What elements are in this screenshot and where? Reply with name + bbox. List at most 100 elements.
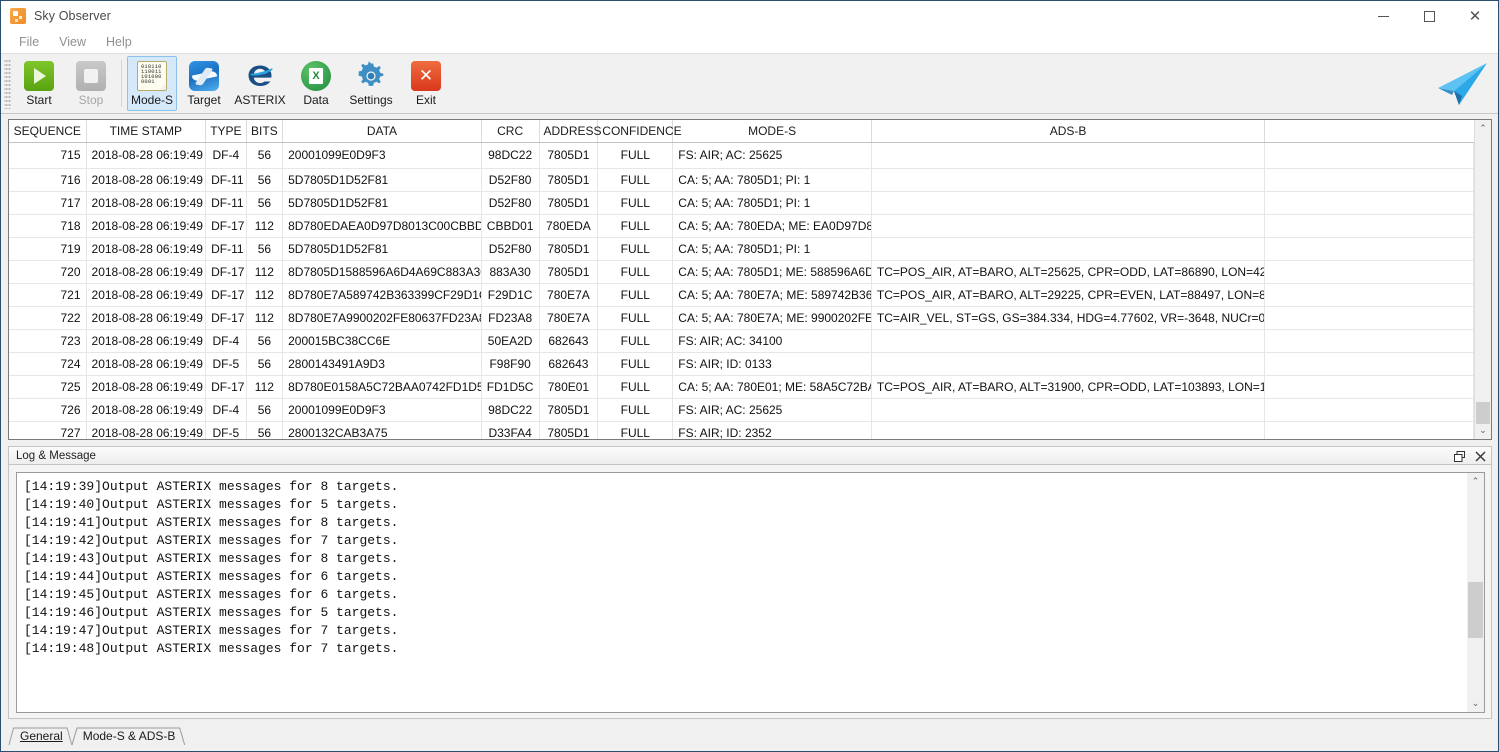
cell-adsb xyxy=(871,329,1266,353)
toolbar-drag-handle[interactable] xyxy=(4,58,11,109)
cell-adsb xyxy=(871,352,1266,376)
maximize-button[interactable] xyxy=(1406,1,1452,31)
col-header-mode-s[interactable]: MODE-S xyxy=(672,120,872,143)
menu-item-view[interactable]: View xyxy=(49,33,96,51)
cell-filler xyxy=(1264,283,1474,307)
cell-address: 780E7A xyxy=(539,306,599,330)
table-row[interactable]: 717 2018-08-28 06:19:49 DF-11 56 5D7805D1D52… xyxy=(9,191,1474,215)
cell-type: DF-17 xyxy=(205,260,247,284)
table-row[interactable]: 716 2018-08-28 06:19:49 DF-11 56 5D7805D1D52… xyxy=(9,168,1474,192)
cell-time-stamp: 2018-08-28 06:19:49 xyxy=(86,398,207,422)
col-header-crc[interactable]: CRC xyxy=(481,120,540,143)
tab-modes-adsb[interactable]: Mode-S & ADS-B xyxy=(71,727,186,746)
cell-address: 780E01 xyxy=(539,375,599,399)
cell-adsb xyxy=(871,237,1266,261)
window-controls: ✕ xyxy=(1360,1,1498,31)
col-header-adsb[interactable]: ADS-B xyxy=(871,120,1266,143)
log-scroll-thumb[interactable] xyxy=(1468,582,1483,638)
cell-type: DF-4 xyxy=(205,142,247,169)
cell-data: 8D780E7A589742B363399CF29D1C xyxy=(282,283,482,307)
col-header-bits[interactable]: BITS xyxy=(246,120,284,143)
binary-document-icon: 010110 110011 101000 0001 xyxy=(137,60,167,91)
spreadsheet-icon: X xyxy=(301,60,331,91)
log-float-button[interactable] xyxy=(1453,450,1466,463)
settings-button-label: Settings xyxy=(349,92,393,107)
table-row[interactable]: 720 2018-08-28 06:19:49 DF-17 112 8D7805D158… xyxy=(9,260,1474,284)
cell-crc: D52F80 xyxy=(481,191,540,215)
col-header-address[interactable]: ADDRESS xyxy=(539,120,602,143)
cell-data: 200015BC38CC6E xyxy=(282,329,482,353)
log-close-button[interactable] xyxy=(1474,450,1487,463)
menu-item-help[interactable]: Help xyxy=(96,33,142,51)
log-scroll-down-button[interactable]: ⌄ xyxy=(1467,695,1484,712)
target-button[interactable]: Target xyxy=(179,56,229,111)
mode-s-button[interactable]: 010110 110011 101000 0001 Mode-S xyxy=(127,56,177,111)
close-x-icon xyxy=(411,60,441,91)
play-icon xyxy=(24,60,54,91)
cell-sequence: 722 xyxy=(9,306,87,330)
cell-crc: D52F80 xyxy=(481,168,540,192)
log-scroll-track[interactable] xyxy=(1467,490,1484,695)
log-line: [14:19:43]Output ASTERIX messages for 8 … xyxy=(24,551,399,566)
table-row[interactable]: 715 2018-08-28 06:19:49 DF-4 56 20001099E0D9… xyxy=(9,142,1474,169)
table-row[interactable]: 724 2018-08-28 06:19:49 DF-5 56 2800143491A9… xyxy=(9,352,1474,376)
cell-address: 780EDA xyxy=(539,214,599,238)
cell-type: DF-17 xyxy=(205,375,247,399)
log-vertical-scrollbar[interactable]: ⌃ ⌄ xyxy=(1467,473,1484,712)
settings-button[interactable]: Settings xyxy=(343,56,399,111)
table-row[interactable]: 723 2018-08-28 06:19:49 DF-4 56 200015BC38CC… xyxy=(9,329,1474,353)
table-row[interactable]: 718 2018-08-28 06:19:49 DF-17 112 8D780EDAEA… xyxy=(9,214,1474,238)
table-scroll-up-button[interactable]: ⌃ xyxy=(1475,120,1491,137)
table-row[interactable]: 721 2018-08-28 06:19:49 DF-17 112 8D780E7A58… xyxy=(9,283,1474,307)
log-scroll-up-button[interactable]: ⌃ xyxy=(1467,473,1484,490)
table-scroll-track[interactable] xyxy=(1475,137,1491,424)
stop-button[interactable]: Stop xyxy=(66,56,116,111)
close-button[interactable]: ✕ xyxy=(1452,1,1498,31)
col-header-data[interactable]: DATA xyxy=(282,120,482,143)
table-row[interactable]: 722 2018-08-28 06:19:49 DF-17 112 8D780E7A99… xyxy=(9,306,1474,330)
cell-address: 7805D1 xyxy=(539,260,599,284)
cell-type: DF-17 xyxy=(205,214,247,238)
message-table-scroll-area[interactable]: SEQUENCE TIME STAMP TYPE BITS DATA CRC A… xyxy=(9,120,1474,439)
start-button[interactable]: Start xyxy=(14,56,64,111)
table-row[interactable]: 727 2018-08-28 06:19:49 DF-5 56 2800132CAB3A… xyxy=(9,421,1474,439)
log-lines: [14:19:39]Output ASTERIX messages for 8 … xyxy=(17,473,1467,712)
exit-button[interactable]: Exit xyxy=(401,56,451,111)
table-scroll-down-button[interactable]: ⌄ xyxy=(1475,422,1491,439)
restore-icon xyxy=(1454,451,1465,462)
cell-mode-s: CA: 5; AA: 7805D1; PI: 1 xyxy=(672,237,872,261)
cell-address: 7805D1 xyxy=(539,237,599,261)
table-row[interactable]: 725 2018-08-28 06:19:49 DF-17 112 8D780E0158… xyxy=(9,375,1474,399)
data-button[interactable]: X Data xyxy=(291,56,341,111)
minimize-button[interactable] xyxy=(1360,1,1406,31)
table-scroll-thumb[interactable] xyxy=(1476,402,1490,424)
asterix-button[interactable]: ASTERIX xyxy=(231,56,289,111)
menu-item-file[interactable]: File xyxy=(9,33,49,51)
col-header-sequence[interactable]: SEQUENCE xyxy=(9,120,87,143)
log-panel-body: [14:19:39]Output ASTERIX messages for 8 … xyxy=(8,465,1492,719)
cell-confidence: FULL xyxy=(597,375,674,399)
start-button-label: Start xyxy=(26,92,52,107)
toolbar: Start Stop 010110 110011 101000 0001 Mode-S… xyxy=(1,53,1498,114)
cell-sequence: 723 xyxy=(9,329,87,353)
table-vertical-scrollbar[interactable]: ⌃ ⌄ xyxy=(1474,120,1491,439)
cell-crc: D33FA4 xyxy=(481,421,540,439)
tab-general[interactable]: General xyxy=(8,727,73,746)
col-header-confidence[interactable]: CONFIDENCE xyxy=(597,120,682,143)
cell-filler xyxy=(1264,214,1474,238)
table-row[interactable]: 719 2018-08-28 06:19:49 DF-11 56 5D7805D1D52… xyxy=(9,237,1474,261)
table-row[interactable]: 726 2018-08-28 06:19:49 DF-4 56 20001099E0D9… xyxy=(9,398,1474,422)
cell-crc: FD23A8 xyxy=(481,306,540,330)
cell-sequence: 719 xyxy=(9,237,87,261)
cell-bits: 112 xyxy=(246,283,284,307)
cell-mode-s: CA: 5; AA: 7805D1; PI: 1 xyxy=(672,168,872,192)
cell-time-stamp: 2018-08-28 06:19:49 xyxy=(86,142,207,169)
message-table-body: 715 2018-08-28 06:19:49 DF-4 56 20001099E0D9… xyxy=(9,142,1474,439)
col-header-time-stamp[interactable]: TIME STAMP xyxy=(86,120,207,143)
log-text-area[interactable]: [14:19:39]Output ASTERIX messages for 8 … xyxy=(16,472,1485,713)
cell-time-stamp: 2018-08-28 06:19:49 xyxy=(86,375,207,399)
col-header-type[interactable]: TYPE xyxy=(205,120,247,143)
cell-bits: 56 xyxy=(246,237,284,261)
cell-bits: 56 xyxy=(246,421,284,439)
cell-bits: 56 xyxy=(246,191,284,215)
